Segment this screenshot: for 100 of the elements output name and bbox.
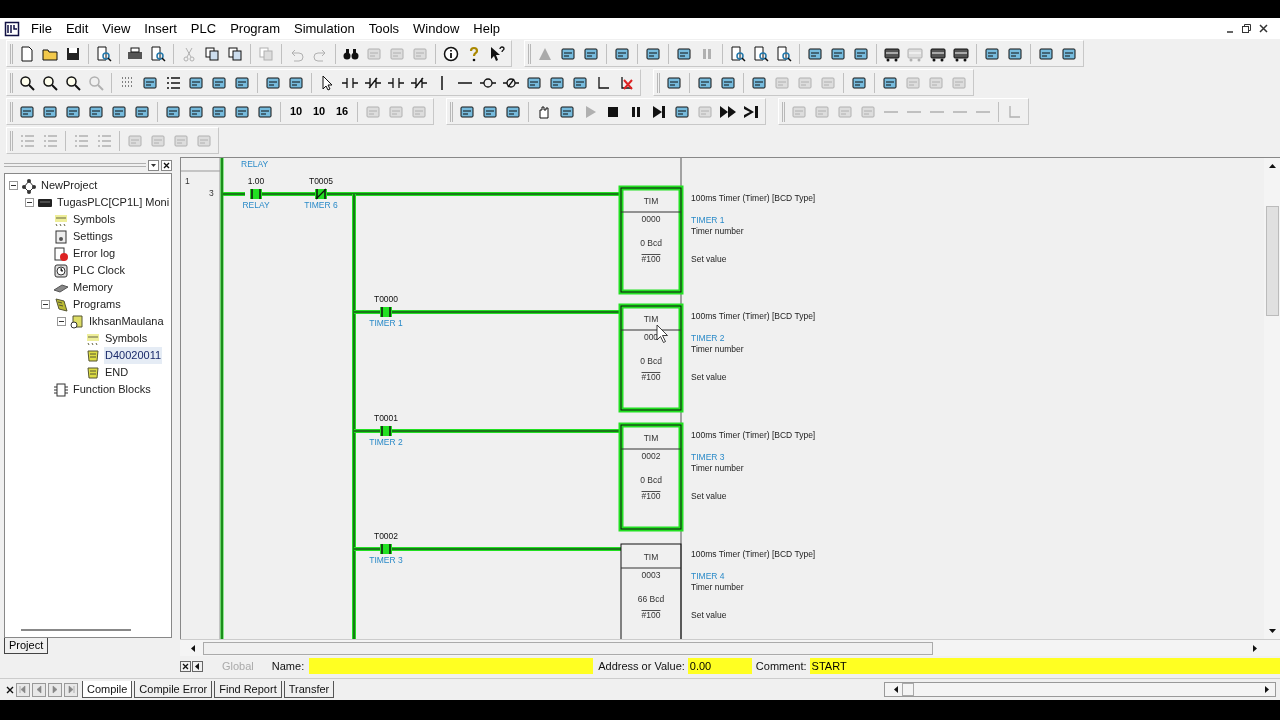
rung-number: 1 bbox=[185, 176, 190, 186]
collapse-toggle-icon[interactable] bbox=[25, 198, 34, 207]
magnifier-icon bbox=[41, 73, 59, 92]
tree-item[interactable]: D40020011 bbox=[104, 347, 163, 364]
timer-number: 0000 bbox=[641, 214, 661, 224]
menu-item[interactable]: Window bbox=[406, 18, 467, 39]
magnifier-icon bbox=[64, 73, 82, 92]
programs-icon bbox=[53, 296, 69, 313]
number-base-button[interactable]: 16 bbox=[331, 100, 353, 123]
operand-comment: TIMER 1 bbox=[691, 215, 725, 225]
tree-item[interactable]: IkhsanMaulana bbox=[88, 313, 165, 330]
tree-item[interactable]: Function Blocks bbox=[72, 381, 152, 398]
app-logo-icon[interactable] bbox=[4, 20, 20, 37]
arrow-left-icon[interactable] bbox=[891, 685, 900, 694]
set-value: #100 bbox=[641, 491, 661, 501]
scroll-thumb[interactable] bbox=[1265, 206, 1279, 316]
vertical-line-icon bbox=[440, 75, 444, 90]
number-base-button[interactable]: 10 bbox=[285, 100, 307, 123]
tree-item[interactable]: Symbols bbox=[104, 330, 149, 347]
collapse-toggle-icon[interactable] bbox=[9, 181, 18, 190]
tree-item[interactable]: Error log bbox=[72, 245, 117, 262]
copy-icon bbox=[226, 44, 244, 63]
operand-label: Set value bbox=[691, 491, 727, 501]
contact-address: 1.00 bbox=[247, 176, 265, 186]
close-icon[interactable] bbox=[6, 685, 14, 694]
instruction-name: TIM bbox=[643, 433, 659, 443]
arrow-right-icon[interactable] bbox=[1263, 685, 1272, 694]
contact-address: T0001 bbox=[373, 413, 399, 423]
triangle-icon bbox=[19, 685, 27, 694]
wire bbox=[222, 192, 246, 196]
tree-item[interactable]: Symbols bbox=[72, 211, 117, 228]
timer-block[interactable] bbox=[620, 543, 682, 639]
menu-item[interactable]: Edit bbox=[58, 18, 96, 39]
menu-item[interactable]: Tools bbox=[361, 18, 407, 39]
comment-field[interactable]: START bbox=[809, 658, 1280, 674]
pointer-help-icon bbox=[488, 44, 506, 63]
arrow-up-icon[interactable] bbox=[1267, 161, 1277, 170]
output-tab[interactable]: Compile bbox=[82, 680, 133, 699]
operand-label: Timer number bbox=[691, 463, 744, 473]
tree-item[interactable]: END bbox=[104, 364, 130, 381]
menu-item[interactable]: Help bbox=[466, 18, 508, 39]
open-contact[interactable] bbox=[250, 188, 262, 200]
operand-comment: TIMER 3 bbox=[691, 452, 725, 462]
name-field[interactable] bbox=[309, 658, 594, 674]
scroll-left-button[interactable] bbox=[192, 660, 203, 672]
menu-item[interactable]: File bbox=[24, 18, 59, 39]
open-contact[interactable] bbox=[380, 425, 392, 437]
tab-scroll-button[interactable] bbox=[48, 682, 62, 697]
horizontal-line-icon bbox=[930, 109, 944, 114]
tree-item[interactable]: Programs bbox=[72, 296, 122, 313]
tree-item[interactable]: PLC Clock bbox=[72, 262, 126, 279]
wire bbox=[261, 192, 316, 196]
settings-icon bbox=[53, 228, 69, 245]
instruction-name: TIM bbox=[643, 196, 659, 206]
clock-icon bbox=[53, 262, 69, 279]
address-field[interactable]: 0.00 bbox=[687, 658, 752, 674]
open-contact[interactable] bbox=[380, 543, 392, 555]
output-tab[interactable]: Find Report bbox=[214, 680, 282, 699]
dropdown-button[interactable] bbox=[148, 159, 159, 171]
error-log-icon bbox=[53, 245, 69, 262]
scroll-thumb[interactable] bbox=[902, 683, 914, 696]
document-magnifier-icon bbox=[95, 44, 113, 63]
step-number: 3 bbox=[209, 188, 214, 198]
name-label: Name: bbox=[271, 658, 305, 674]
vertical-scrollbar[interactable] bbox=[1264, 157, 1280, 639]
menu-item[interactable]: Program bbox=[223, 18, 287, 39]
restore-icon[interactable] bbox=[1242, 24, 1251, 33]
function-block-icon bbox=[53, 381, 69, 398]
closed-contact[interactable] bbox=[315, 188, 327, 200]
close-icon[interactable] bbox=[1259, 24, 1268, 33]
number-base-button[interactable]: 10 bbox=[308, 100, 330, 123]
contact-comment: RELAY bbox=[242, 200, 270, 210]
instruction-description: 100ms Timer (Timer) [BCD Type] bbox=[691, 193, 816, 203]
menu-item[interactable]: Simulation bbox=[287, 18, 362, 39]
horizontal-scrollbar[interactable] bbox=[180, 639, 1280, 656]
tree-item[interactable]: Memory bbox=[72, 279, 114, 296]
output-tab[interactable]: Transfer bbox=[283, 680, 335, 699]
menu-item[interactable]: Insert bbox=[137, 18, 184, 39]
arrow-right-icon[interactable] bbox=[1251, 643, 1260, 653]
scroll-thumb[interactable] bbox=[203, 641, 933, 655]
info-icon bbox=[442, 44, 460, 63]
close-button[interactable] bbox=[180, 660, 191, 672]
tree-item[interactable]: NewProject bbox=[40, 177, 99, 194]
horizontal-scrollbar[interactable] bbox=[884, 682, 1276, 697]
output-tab[interactable]: Compile Error bbox=[134, 680, 213, 699]
section-icon bbox=[85, 364, 101, 381]
document-icon bbox=[18, 44, 36, 63]
collapse-toggle-icon[interactable] bbox=[57, 317, 66, 326]
menu-item[interactable]: View bbox=[95, 18, 138, 39]
arrow-down-icon[interactable] bbox=[1267, 627, 1277, 636]
collapse-toggle-icon[interactable] bbox=[41, 300, 50, 309]
menu-item[interactable]: PLC bbox=[183, 18, 224, 39]
tab-scroll-button[interactable] bbox=[64, 682, 78, 697]
close-button[interactable] bbox=[161, 159, 172, 171]
instruction-description: 100ms Timer (Timer) [BCD Type] bbox=[691, 549, 816, 559]
tree-item[interactable]: TugasPLC[CP1L] Moni bbox=[56, 194, 171, 211]
tree-item[interactable]: Settings bbox=[72, 228, 114, 245]
horizontal-line-icon bbox=[976, 109, 990, 114]
open-contact[interactable] bbox=[380, 306, 392, 318]
tab-scroll-button[interactable] bbox=[32, 682, 46, 697]
